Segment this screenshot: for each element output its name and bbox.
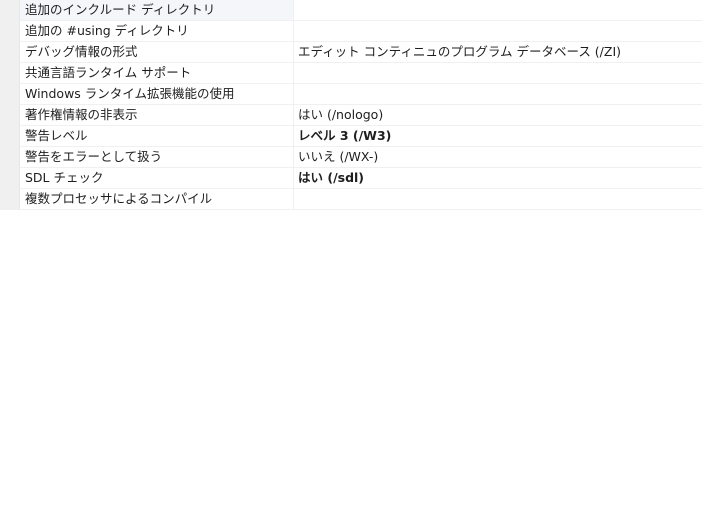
property-row-warning-level[interactable]: 警告レベル レベル 3 (/W3) [0, 126, 702, 147]
row-gutter [0, 42, 20, 62]
property-name: 警告をエラーとして扱う [20, 147, 294, 167]
property-value[interactable] [294, 0, 702, 20]
property-name: 警告レベル [20, 126, 294, 146]
property-value[interactable]: はい (/nologo) [294, 105, 702, 125]
property-row-multi-processor-compilation[interactable]: 複数プロセッサによるコンパイル [0, 189, 702, 210]
property-row-additional-using-directories[interactable]: 追加の #using ディレクトリ [0, 21, 702, 42]
property-row-treat-warnings-as-errors[interactable]: 警告をエラーとして扱う いいえ (/WX-) [0, 147, 702, 168]
property-row-common-language-runtime-support[interactable]: 共通言語ランタイム サポート [0, 63, 702, 84]
property-name: 複数プロセッサによるコンパイル [20, 189, 294, 209]
property-name: 著作権情報の非表示 [20, 105, 294, 125]
property-value[interactable] [294, 21, 702, 41]
row-gutter [0, 126, 20, 146]
property-value[interactable] [294, 84, 702, 104]
property-value[interactable] [294, 189, 702, 209]
row-gutter [0, 189, 20, 209]
property-row-sdl-checks[interactable]: SDL チェック はい (/sdl) [0, 168, 702, 189]
row-gutter [0, 63, 20, 83]
property-grid: 追加のインクルード ディレクトリ 追加の #using ディレクトリ デバッグ情… [0, 0, 702, 210]
property-name: 追加の #using ディレクトリ [20, 21, 294, 41]
property-value[interactable]: いいえ (/WX-) [294, 147, 702, 167]
property-value[interactable]: エディット コンティニュのプログラム データベース (/ZI) [294, 42, 702, 62]
row-gutter [0, 84, 20, 104]
row-gutter [0, 147, 20, 167]
property-name: SDL チェック [20, 168, 294, 188]
row-gutter [0, 21, 20, 41]
property-name: デバッグ情報の形式 [20, 42, 294, 62]
property-name: 追加のインクルード ディレクトリ [20, 0, 294, 20]
row-gutter [0, 105, 20, 125]
property-row-suppress-startup-banner[interactable]: 著作権情報の非表示 はい (/nologo) [0, 105, 702, 126]
property-row-windows-runtime-extensions[interactable]: Windows ランタイム拡張機能の使用 [0, 84, 702, 105]
row-gutter [0, 0, 20, 20]
property-value[interactable] [294, 63, 702, 83]
property-row-debug-information-format[interactable]: デバッグ情報の形式 エディット コンティニュのプログラム データベース (/ZI… [0, 42, 702, 63]
property-name: Windows ランタイム拡張機能の使用 [20, 84, 294, 104]
property-value[interactable]: レベル 3 (/W3) [294, 126, 702, 146]
property-row-additional-include-directories[interactable]: 追加のインクルード ディレクトリ [0, 0, 702, 21]
property-name: 共通言語ランタイム サポート [20, 63, 294, 83]
property-value[interactable]: はい (/sdl) [294, 168, 702, 188]
row-gutter [0, 168, 20, 188]
